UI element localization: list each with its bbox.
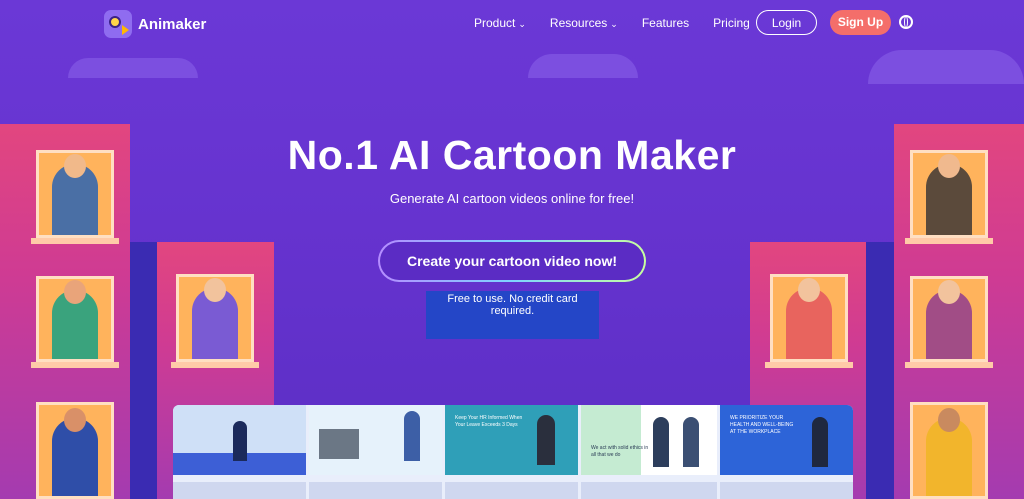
cartoon-character — [925, 280, 973, 359]
chevron-down-icon: ⌄ — [610, 19, 618, 29]
nav-resources[interactable]: Resources ⌄ — [550, 16, 618, 30]
login-button[interactable]: Login — [756, 10, 817, 35]
template-thumbnail-text: Keep Your HR Informed When Your Leave Ex… — [455, 415, 523, 428]
template-thumbnail[interactable] — [720, 482, 853, 499]
window — [36, 402, 114, 499]
template-thumbnail[interactable]: Keep Your HR Informed When Your Leave Ex… — [445, 405, 578, 475]
main-nav: Product ⌄ Resources ⌄ Features Pricing — [474, 12, 774, 34]
cartoon-character — [51, 407, 99, 496]
template-thumbnails: Keep Your HR Informed When Your Leave Ex… — [173, 405, 853, 499]
cloud-decoration — [68, 58, 198, 78]
template-thumbnail[interactable]: WE PRIORITIZE YOUR HEALTH AND WELL-BEING… — [720, 405, 853, 475]
create-video-button[interactable]: Create your cartoon video now! — [378, 240, 646, 282]
template-thumbnail[interactable] — [309, 482, 442, 499]
brand-logo[interactable]: Animaker — [104, 10, 206, 38]
cloud-decoration — [528, 54, 638, 78]
brand-name: Animaker — [138, 15, 207, 33]
window-sill — [905, 238, 993, 244]
window-sill — [31, 238, 119, 244]
signup-button[interactable]: Sign Up — [830, 10, 891, 35]
nav-resources-label: Resources — [549, 16, 608, 30]
nav-pricing[interactable]: Pricing — [713, 16, 750, 30]
window — [770, 274, 848, 362]
cartoon-character — [925, 407, 973, 496]
template-thumbnail[interactable]: We act with solid ethics in all that we … — [581, 405, 717, 475]
template-thumbnail[interactable] — [309, 405, 442, 475]
left-building-side — [130, 242, 160, 499]
window — [36, 276, 114, 362]
cartoon-character — [51, 280, 99, 359]
nav-product-label: Product — [474, 16, 516, 30]
page: Animaker Product ⌄ Resources ⌄ Features Pr… — [0, 0, 1024, 499]
chevron-down-icon: ⌄ — [518, 19, 526, 29]
hero-title: No.1 AI Cartoon Maker — [287, 132, 737, 178]
template-thumbnail-text: WE PRIORITIZE YOUR HEALTH AND WELL-BEING… — [730, 415, 794, 435]
template-thumbnail[interactable] — [173, 482, 306, 499]
free-note: Free to use. No credit card required. — [426, 291, 599, 339]
template-thumbnail[interactable] — [173, 405, 306, 475]
window-sill — [31, 362, 119, 368]
window — [176, 274, 254, 362]
cloud-decoration — [868, 50, 1024, 84]
nav-product[interactable]: Product ⌄ — [474, 16, 526, 30]
right-building-side — [866, 242, 896, 499]
template-thumbnail[interactable] — [581, 482, 717, 499]
window — [910, 276, 988, 362]
cartoon-character — [191, 278, 239, 359]
globe-icon[interactable] — [899, 15, 913, 29]
nav-features[interactable]: Features — [642, 16, 689, 30]
template-thumbnail[interactable] — [445, 482, 578, 499]
window-sill — [171, 362, 259, 368]
animaker-logo-icon — [104, 10, 132, 38]
window-sill — [765, 362, 853, 368]
window-sill — [905, 362, 993, 368]
template-thumbnail-text: We act with solid ethics in all that we … — [591, 445, 649, 458]
window — [910, 402, 988, 499]
hero-subtitle: Generate AI cartoon videos online for fr… — [389, 191, 635, 206]
cartoon-character — [785, 278, 833, 359]
